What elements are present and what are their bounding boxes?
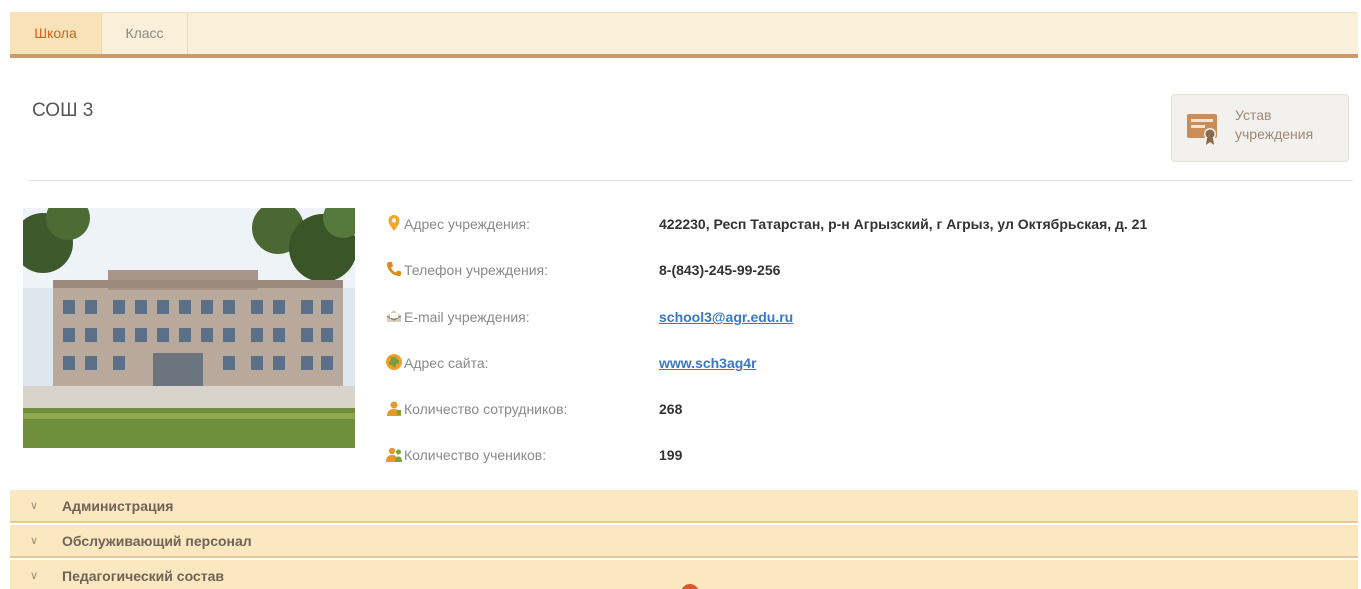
divider (28, 180, 1353, 181)
students-icon (386, 447, 402, 462)
info-row-staff: Количество сотрудников: 268 (385, 397, 1345, 421)
info-label: Телефон учреждения: (404, 262, 549, 278)
accordion-administration[interactable]: ∨ Администрация (10, 490, 1358, 523)
info-label: Адрес учреждения: (404, 216, 531, 232)
charter-label-line2: учреждения (1235, 126, 1314, 142)
tab-bar: Школа Класс (10, 12, 1358, 58)
accordion-service-staff[interactable]: ∨ Обслуживающий персонал (10, 525, 1358, 558)
chevron-down-icon: ∨ (30, 570, 39, 582)
globe-icon (386, 354, 402, 370)
info-value: 199 (659, 447, 683, 463)
info-label: E-mail учреждения: (404, 309, 530, 325)
info-value: 422230, Респ Татарстан, р-н Агрызский, г… (659, 216, 1148, 232)
staff-icon (387, 401, 401, 416)
email-link[interactable]: school3@agr.edu.ru (659, 309, 793, 325)
certificate-icon (1187, 114, 1217, 145)
info-row-email: E-mail учреждения: school3@agr.edu.ru (385, 305, 1345, 329)
info-row-phone: Телефон учреждения: 8-(843)-245-99-256 (385, 258, 1345, 282)
info-value: 268 (659, 401, 683, 417)
info-row-website: Адрес сайта: www.sch3ag4r (385, 351, 1345, 375)
charter-label-line1: Устав (1235, 107, 1272, 123)
website-link[interactable]: www.sch3ag4r (659, 355, 757, 371)
accordion-label: Педагогический состав (62, 568, 224, 584)
accordion-label: Администрация (62, 498, 174, 514)
info-label: Количество учеников: (404, 447, 547, 463)
info-value: 8-(843)-245-99-256 (659, 262, 781, 278)
tab-class[interactable]: Класс (102, 13, 188, 54)
charter-button-label: Устав учреждения (1235, 106, 1313, 144)
school-photo (23, 208, 355, 448)
info-row-students: Количество учеников: 199 (385, 443, 1345, 467)
tab-school[interactable]: Школа (10, 13, 102, 54)
phone-icon (387, 262, 401, 276)
info-row-address: Адрес учреждения: 422230, Респ Татарстан… (385, 212, 1345, 236)
info-label: Адрес сайта: (404, 355, 489, 371)
page-title: СОШ 3 (32, 100, 94, 121)
map-pin-icon (388, 215, 400, 231)
charter-button[interactable]: Устав учреждения (1171, 94, 1349, 162)
mail-icon (386, 310, 402, 322)
chevron-down-icon: ∨ (30, 500, 39, 512)
chevron-down-icon: ∨ (30, 535, 39, 547)
info-label: Количество сотрудников: (404, 401, 568, 417)
accordion-label: Обслуживающий персонал (62, 533, 252, 549)
